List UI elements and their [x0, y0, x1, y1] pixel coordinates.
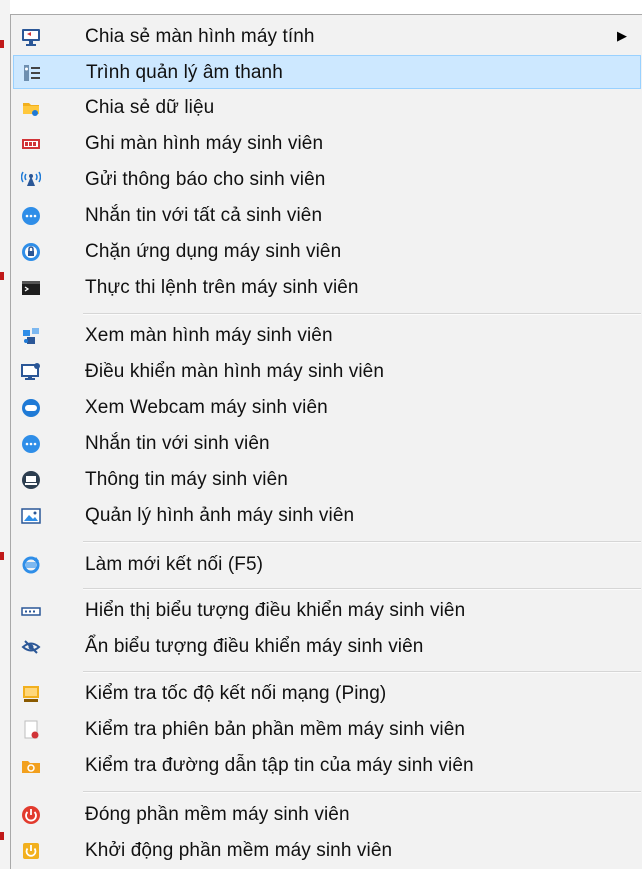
- menu-item-refresh[interactable]: Làm mới kết nối (F5): [13, 548, 641, 582]
- menu-item-run-command[interactable]: Thực thi lệnh trên máy sinh viên: [13, 271, 641, 305]
- menu-item-hide-toolbar[interactable]: Ẩn biểu tượng điều khiển máy sinh viên: [13, 630, 641, 664]
- show-toolbar-icon: [21, 601, 41, 621]
- background-marker: [0, 272, 4, 280]
- hide-eye-icon: [21, 637, 41, 657]
- menu-item-show-toolbar[interactable]: Hiển thị biểu tượng điều khiển máy sinh …: [13, 594, 641, 628]
- folder-share-icon: [21, 98, 41, 118]
- menu-item-chat[interactable]: Nhắn tin với sinh viên: [13, 427, 641, 461]
- menu-item-label: Kiểm tra đường dẫn tập tin của máy sinh …: [85, 755, 474, 776]
- background-marker: [0, 832, 4, 840]
- menu-separator: [83, 541, 641, 543]
- menu-item-label: Khởi động phần mềm máy sinh viên: [85, 840, 393, 861]
- menu-item-block-app[interactable]: Chặn ứng dụng máy sinh viên: [13, 235, 641, 269]
- version-check-icon: [21, 720, 41, 740]
- menu-separator: [83, 671, 641, 673]
- menu-item-webcam[interactable]: Xem Webcam máy sinh viên: [13, 391, 641, 425]
- menu-item-screen-share[interactable]: Chia sẻ màn hình máy tính ▶: [13, 20, 641, 54]
- screen-record-icon: [21, 134, 41, 154]
- menu-item-view-screen[interactable]: Xem màn hình máy sinh viên: [13, 319, 641, 353]
- chat-icon: [21, 434, 41, 454]
- menu-item-ping[interactable]: Kiểm tra tốc độ kết nối mạng (Ping): [13, 677, 641, 711]
- menu-item-label: Chặn ứng dụng máy sinh viên: [85, 241, 342, 262]
- menu-item-label: Xem Webcam máy sinh viên: [85, 397, 328, 418]
- block-app-icon: [21, 242, 41, 262]
- menu-item-start-app[interactable]: Khởi động phần mềm máy sinh viên: [13, 834, 641, 868]
- menu-item-data-share[interactable]: Chia sẻ dữ liệu: [13, 91, 641, 125]
- image-manager-icon: [21, 506, 41, 526]
- menu-item-label: Xem màn hình máy sinh viên: [85, 325, 333, 346]
- menu-item-send-notification[interactable]: Gửi thông báo cho sinh viên: [13, 163, 641, 197]
- menu-item-label: Đóng phần mềm máy sinh viên: [85, 804, 350, 825]
- menu-item-image-manager[interactable]: Quản lý hình ảnh máy sinh viên: [13, 499, 641, 533]
- menu-item-label: Thông tin máy sinh viên: [85, 469, 288, 490]
- menu-item-audio-manager[interactable]: Trình quản lý âm thanh: [13, 55, 641, 89]
- webcam-icon: [21, 398, 41, 418]
- menu-separator: [83, 791, 641, 793]
- power-off-icon: [21, 805, 41, 825]
- menu-item-label: Ẩn biểu tượng điều khiển máy sinh viên: [85, 636, 424, 657]
- context-menu: Chia sẻ màn hình máy tính ▶ Trình quản l…: [10, 14, 642, 869]
- terminal-icon: [21, 278, 41, 298]
- background-window-edge: [0, 0, 10, 869]
- menu-item-chat-all[interactable]: Nhắn tin với tất cả sinh viên: [13, 199, 641, 233]
- menu-item-label: Ghi màn hình máy sinh viên: [85, 133, 324, 154]
- background-marker: [0, 552, 4, 560]
- menu-item-version-check[interactable]: Kiểm tra phiên bản phần mềm máy sinh viê…: [13, 713, 641, 747]
- menu-item-label: Nhắn tin với tất cả sinh viên: [85, 205, 323, 226]
- menu-item-close-app[interactable]: Đóng phần mềm máy sinh viên: [13, 798, 641, 832]
- menu-item-machine-info[interactable]: Thông tin máy sinh viên: [13, 463, 641, 497]
- menu-item-screen-record[interactable]: Ghi màn hình máy sinh viên: [13, 127, 641, 161]
- menu-item-label: Kiểm tra tốc độ kết nối mạng (Ping): [85, 683, 387, 704]
- menu-item-label: Kiểm tra phiên bản phần mềm máy sinh viê…: [85, 719, 466, 740]
- chat-all-icon: [21, 206, 41, 226]
- menu-item-remote-control[interactable]: Điều khiển màn hình máy sinh viên: [13, 355, 641, 389]
- refresh-icon: [21, 555, 41, 575]
- menu-separator: [83, 588, 641, 590]
- ping-icon: [21, 684, 41, 704]
- submenu-arrow-icon: ▶: [617, 28, 627, 43]
- background-marker: [0, 40, 4, 48]
- menu-separator: [83, 313, 641, 315]
- view-screen-icon: [21, 326, 41, 346]
- menu-item-label: Quản lý hình ảnh máy sinh viên: [85, 505, 355, 526]
- menu-item-label: Hiển thị biểu tượng điều khiển máy sinh …: [85, 600, 466, 621]
- machine-info-icon: [21, 470, 41, 490]
- menu-item-label: Chia sẻ dữ liệu: [85, 97, 215, 118]
- menu-item-label: Gửi thông báo cho sinh viên: [85, 169, 326, 190]
- broadcast-icon: [20, 170, 42, 190]
- menu-item-label: Trình quản lý âm thanh: [86, 62, 283, 83]
- audio-manager-icon: [22, 63, 42, 83]
- menu-item-label: Chia sẻ màn hình máy tính: [85, 26, 315, 47]
- menu-item-label: Điều khiển màn hình máy sinh viên: [85, 361, 385, 382]
- remote-control-icon: [21, 362, 41, 382]
- screen-share-icon: [21, 27, 41, 47]
- menu-item-label: Làm mới kết nối (F5): [85, 554, 264, 575]
- file-path-icon: [21, 756, 41, 776]
- menu-item-label: Nhắn tin với sinh viên: [85, 433, 270, 454]
- start-app-icon: [21, 841, 41, 861]
- menu-item-file-path[interactable]: Kiểm tra đường dẫn tập tin của máy sinh …: [13, 749, 641, 783]
- menu-item-label: Thực thi lệnh trên máy sinh viên: [85, 277, 359, 298]
